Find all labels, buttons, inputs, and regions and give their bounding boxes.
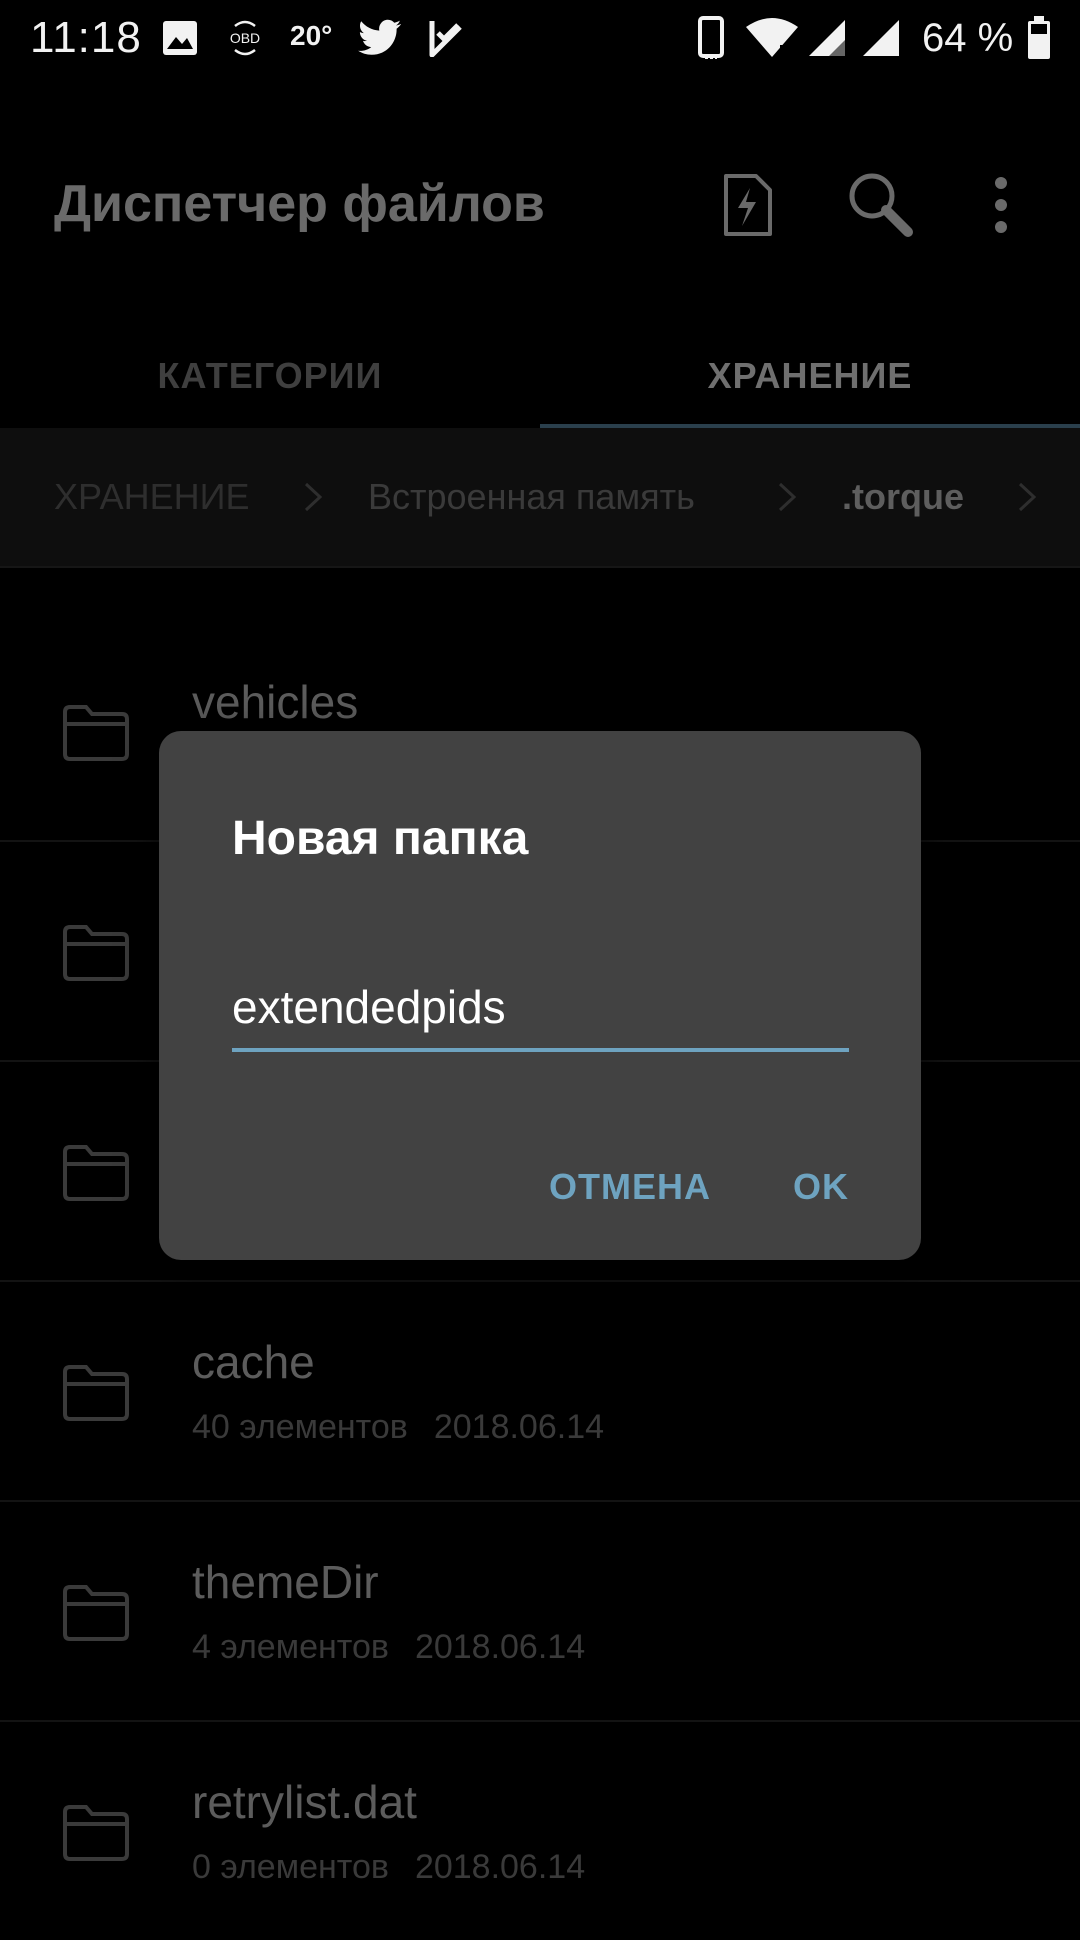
twitter-icon: [356, 14, 404, 62]
status-temperature: 20°: [290, 20, 333, 51]
file-name: cache: [192, 1336, 315, 1388]
status-bar: 11:18 OBD 20° 64 %: [0, 0, 1080, 76]
search-icon: [849, 173, 913, 237]
svg-text:OBD: OBD: [230, 30, 260, 46]
tab-categories[interactable]: КАТЕГОРИИ: [0, 328, 540, 424]
list-item[interactable]: themeDir 4 элементов 2018.06.14: [0, 1500, 1080, 1722]
obd-icon: OBD: [222, 14, 268, 62]
wifi-icon: [744, 14, 800, 62]
dialog-title: Новая папка: [232, 812, 529, 865]
signal-icon: [860, 14, 902, 62]
file-meta: 40 элементов 2018.06.14: [192, 1408, 605, 1446]
folder-icon: [63, 925, 129, 981]
more-vert-icon: [995, 177, 1007, 233]
more-options-button[interactable]: [956, 160, 1046, 250]
app-bar: Диспетчер файлов КАТЕГОРИИ ХРАНЕНИЕ: [0, 76, 1080, 429]
task-check-icon: [426, 14, 466, 62]
storage-clean-button[interactable]: [700, 160, 790, 250]
folder-name-input[interactable]: [232, 971, 849, 1043]
chevron-right-icon: [1018, 482, 1037, 512]
input-underline: [232, 1048, 849, 1052]
signal-icon: [806, 14, 848, 62]
list-item[interactable]: cache 40 элементов 2018.06.14: [0, 1280, 1080, 1502]
folder-icon: [63, 1805, 129, 1861]
search-button[interactable]: [836, 160, 926, 250]
folder-icon: [63, 1145, 129, 1201]
status-time: 11:18: [30, 13, 142, 62]
new-folder-dialog: Новая папка ОТМЕНА OK: [159, 731, 921, 1260]
file-meta: 0 элементов 2018.06.14: [192, 1848, 586, 1886]
folder-icon: [63, 1585, 129, 1641]
list-item[interactable]: retrylist.dat 0 элементов 2018.06.14: [0, 1720, 1080, 1940]
battery-percent: 64 %: [922, 16, 1014, 60]
tab-bar: КАТЕГОРИИ ХРАНЕНИЕ: [0, 328, 1080, 429]
ok-button[interactable]: OK: [793, 1155, 849, 1219]
file-name: themeDir: [192, 1556, 379, 1608]
breadcrumb-item-internal-memory[interactable]: Встроенная память: [368, 472, 695, 522]
battery-icon: [1024, 14, 1054, 62]
folder-icon: [63, 705, 129, 761]
chevron-right-icon: [304, 482, 323, 512]
page-title: Диспетчер файлов: [54, 175, 545, 233]
cancel-button[interactable]: ОТМЕНА: [549, 1155, 711, 1219]
breadcrumb-item-current[interactable]: .torque: [842, 472, 964, 522]
breadcrumb: ХРАНЕНИЕ Встроенная память .torque: [0, 428, 1080, 568]
folder-icon: [63, 1365, 129, 1421]
file-meta: 4 элементов 2018.06.14: [192, 1628, 586, 1666]
phone-vibrate-icon: [694, 14, 730, 62]
file-name: retrylist.dat: [192, 1776, 417, 1828]
chevron-right-icon: [778, 482, 797, 512]
breadcrumb-item-storage[interactable]: ХРАНЕНИЕ: [54, 472, 250, 522]
storage-clean-icon: [724, 174, 772, 236]
gallery-icon: [160, 14, 200, 62]
file-name: vehicles: [192, 676, 359, 728]
tab-storage[interactable]: ХРАНЕНИЕ: [540, 328, 1080, 424]
